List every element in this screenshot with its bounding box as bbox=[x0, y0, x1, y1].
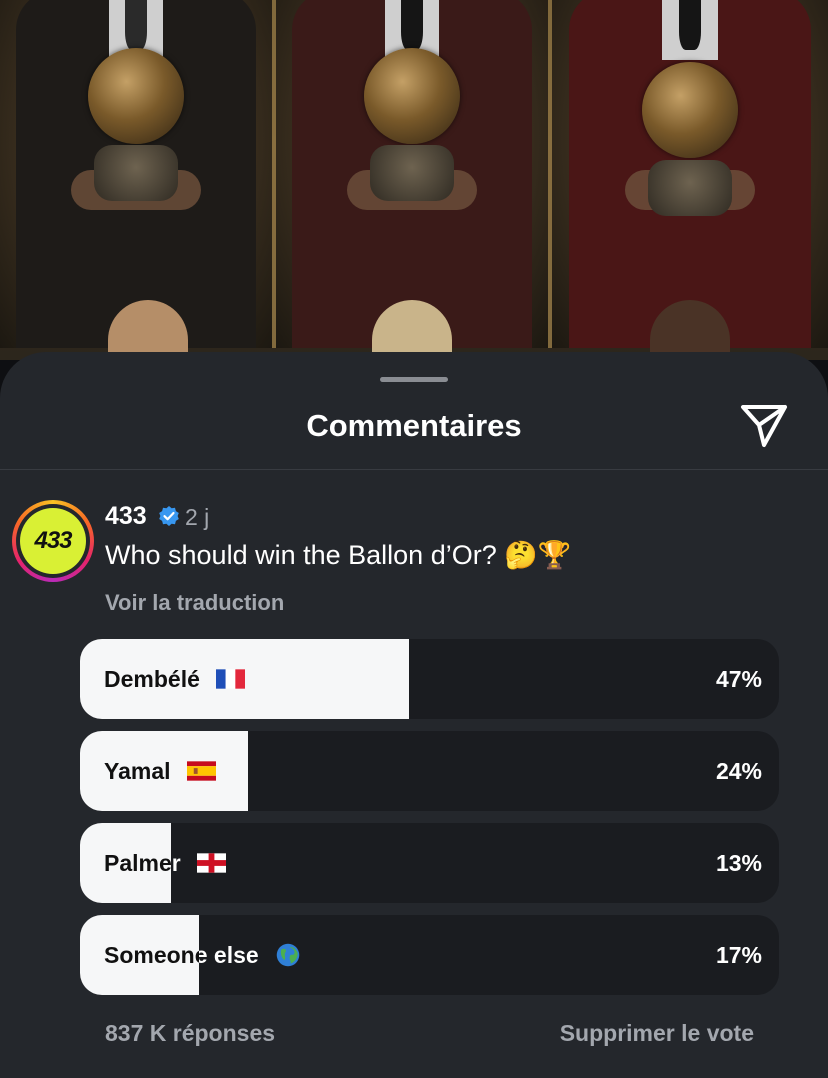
brand-logo: 433 bbox=[20, 508, 86, 574]
photo-panel-left bbox=[0, 0, 272, 348]
poll-option-label: Dembélé bbox=[104, 666, 200, 692]
poll-option-palmer[interactable]: Palmer 13% bbox=[80, 823, 779, 903]
poll-option-label: Someone else bbox=[104, 942, 259, 968]
england-flag-icon bbox=[197, 853, 227, 873]
poll-option-label: Yamal bbox=[104, 758, 171, 784]
france-flag-icon bbox=[216, 669, 246, 689]
poll-option-someone-else[interactable]: Someone else 17% bbox=[80, 915, 779, 995]
send-icon[interactable] bbox=[738, 402, 790, 450]
remove-vote-button[interactable]: Supprimer le vote bbox=[560, 1020, 754, 1047]
author-name[interactable]: 433 bbox=[105, 502, 147, 531]
header-divider bbox=[0, 469, 828, 470]
verified-badge-icon bbox=[159, 506, 179, 526]
responses-count: 837 K réponses bbox=[105, 1020, 276, 1046]
photo-panel-right bbox=[552, 0, 828, 348]
comments-sheet: Commentaires 433 433 2 j Who should win … bbox=[0, 352, 828, 1078]
photo-panel-middle bbox=[276, 0, 548, 348]
post-time: 2 j bbox=[185, 504, 210, 530]
avatar-logo-text: 433 bbox=[34, 527, 72, 554]
poll-option-dembele[interactable]: Dembélé 47% bbox=[80, 639, 779, 719]
post-image bbox=[0, 0, 828, 360]
poll-option-percent: 17% bbox=[715, 942, 762, 968]
drag-handle[interactable] bbox=[380, 377, 448, 382]
sheet-title: Commentaires bbox=[306, 408, 522, 443]
poll-option-percent: 13% bbox=[715, 850, 762, 876]
see-translation-link[interactable]: Voir la traduction bbox=[105, 590, 284, 616]
poll-option-label: Palmer bbox=[104, 850, 181, 876]
globe-icon bbox=[276, 943, 300, 967]
avatar[interactable]: 433 bbox=[12, 500, 94, 582]
poll-option-yamal[interactable]: Yamal 24% bbox=[80, 731, 779, 811]
poll-option-percent: 24% bbox=[715, 758, 762, 784]
spain-flag-icon bbox=[186, 761, 216, 781]
poll-option-percent: 47% bbox=[715, 666, 762, 692]
poll-question: Who should win the Ballon d’Or? 🤔🏆 bbox=[105, 540, 572, 570]
